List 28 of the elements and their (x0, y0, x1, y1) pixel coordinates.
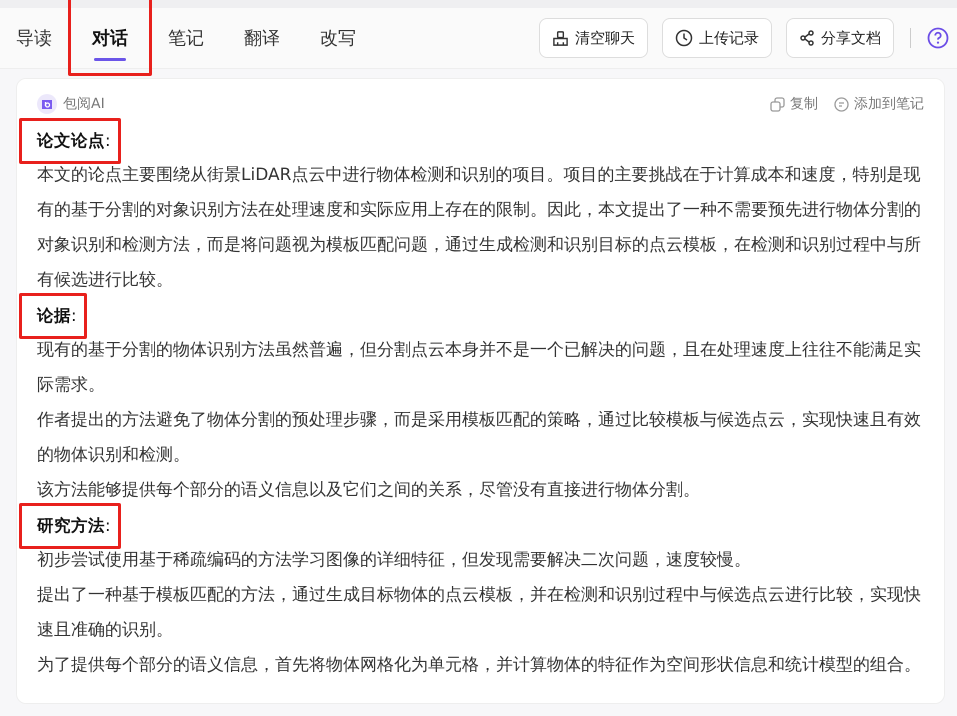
sender-name: 包阅AI (63, 95, 105, 113)
paragraph: 该方法能够提供每个部分的语义信息以及它们之间的关系，尽管没有直接进行物体分割。 (37, 479, 701, 502)
share-icon (799, 30, 815, 46)
paragraph: 提出了一种基于模板匹配的方法，通过生成目标物体的点云模板，并在检测和识别过程中与候选点云进行比较，实现快速且准确的识别。 (37, 584, 922, 642)
paragraph: 作者提出的方法避免了物体分割的预处理步骤，而是采用模板匹配的策略，通过比较模板与候选点云，实现快速且有效的物体识别和检测。 (37, 409, 922, 467)
paragraph: 现有的基于分割的物体识别方法虽然普遍，但分割点云本身并不是一个已解决的问题，且在处理速度上往往不能满足实际需求。 (37, 339, 922, 397)
copy-button[interactable]: 复制 (770, 95, 818, 113)
clear-chat-button[interactable]: 清空聊天 (539, 18, 648, 58)
tab[interactable]: 笔记 (168, 12, 204, 64)
tab[interactable]: 翻译 (244, 12, 280, 64)
add-to-notes-button[interactable]: 添加到笔记 (834, 95, 924, 113)
section-heading: 论据: (37, 306, 77, 324)
upload-history-button[interactable]: 上传记录 (662, 18, 772, 58)
tab[interactable]: 导读 (16, 12, 52, 64)
help-icon[interactable] (927, 27, 949, 49)
paragraph: 初步尝试使用基于稀疏编码的方法学习图像的详细特征，但发现需要解决二次问题，速度较慢。 (37, 549, 752, 572)
note-icon (834, 96, 849, 112)
broom-icon (552, 30, 569, 46)
tab[interactable]: 对话 (92, 12, 128, 64)
clock-icon (675, 29, 693, 47)
paragraph: 本文的论点主要围绕从街景LiDAR点云中进行物体检测和识别的项目。项目的主要挑战在于计算成本和速度，特别是现有的基于分割的对象识别方法在处理速度和实际应用上存在的限制。因此，本文提出了一种不需要预先进行物体分割的对象识别和检测方法，而是将问题视为模板匹配问题，通过生成检测和识别目标的点云模板，在检测和识别过程中与所有候选进行比较。 (37, 164, 922, 292)
share-button[interactable]: 分享文档 (786, 18, 894, 58)
section-heading: 研究方法: (37, 516, 111, 534)
section-heading: 论文论点: (37, 130, 111, 150)
book-icon (37, 94, 57, 114)
copy-icon (770, 96, 785, 112)
paragraph: 为了提供每个部分的语义信息，首先将物体网格化为单元格，并计算物体的特征作为空间形状信息和统计模型的组合。 (37, 654, 922, 677)
tab[interactable]: 改写 (320, 12, 356, 64)
